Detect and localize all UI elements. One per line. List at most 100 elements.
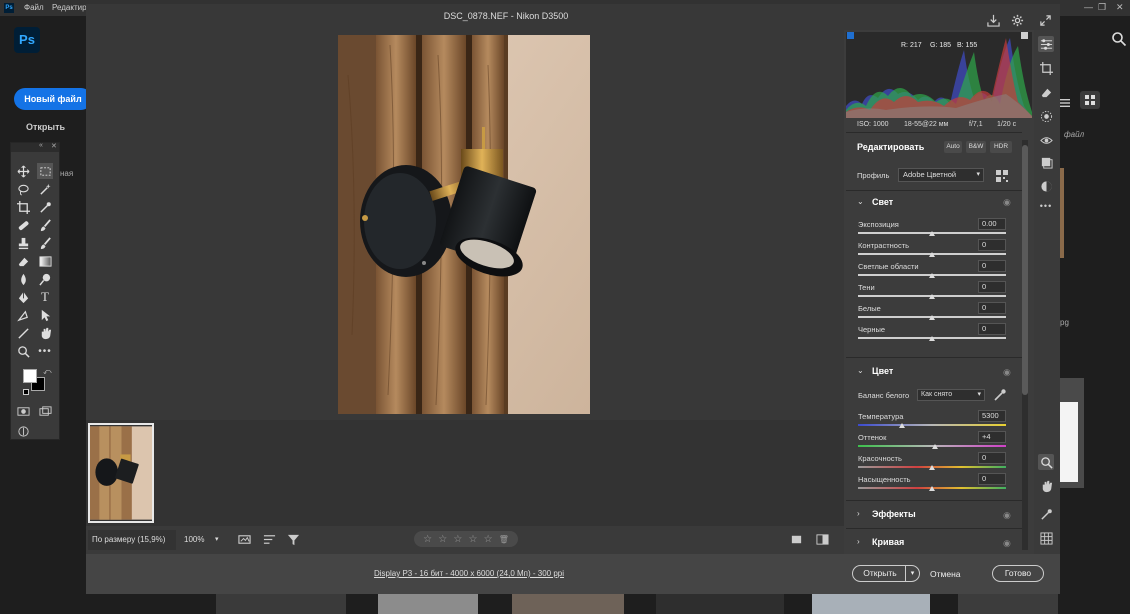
workflow-options-link[interactable]: Display P3 - 16 бит - 4000 x 6000 (24,0 … bbox=[374, 569, 564, 578]
photo-preview[interactable] bbox=[338, 35, 590, 414]
recent-file-thumbnail[interactable] bbox=[812, 594, 930, 614]
white-balance-select[interactable]: Как снято ▾ bbox=[917, 389, 985, 401]
chevron-right-icon[interactable]: › bbox=[857, 537, 860, 546]
star-icon[interactable]: ☆ bbox=[484, 534, 493, 545]
slider-handle[interactable] bbox=[929, 231, 935, 236]
more-options-icon[interactable]: ••• bbox=[1038, 198, 1054, 214]
open-button[interactable]: Открыть ▾ bbox=[852, 565, 920, 582]
search-icon[interactable] bbox=[1111, 31, 1127, 47]
chevron-right-icon[interactable]: › bbox=[857, 509, 860, 518]
tools-panel-header[interactable]: « ✕ bbox=[11, 142, 59, 152]
slider-value-field[interactable]: +4 bbox=[978, 431, 1006, 443]
healing-brush-tool-icon[interactable] bbox=[15, 217, 31, 233]
slider-handle[interactable] bbox=[929, 294, 935, 299]
star-icon[interactable]: ☆ bbox=[423, 534, 432, 545]
filmstrip-toggle-icon[interactable] bbox=[237, 532, 251, 546]
maximize-icon[interactable]: ❐ bbox=[1098, 2, 1106, 13]
magic-wand-tool-icon[interactable] bbox=[37, 181, 53, 197]
history-brush-tool-icon[interactable] bbox=[37, 235, 53, 251]
slider-handle[interactable] bbox=[899, 423, 906, 428]
slider-handle[interactable] bbox=[929, 252, 935, 257]
recent-file-thumbnail[interactable] bbox=[378, 594, 478, 614]
auto-button[interactable]: Auto bbox=[944, 141, 962, 153]
eye-icon[interactable]: ◉ bbox=[1003, 510, 1011, 521]
hand-tool-icon[interactable] bbox=[37, 325, 53, 341]
snapshots-icon[interactable] bbox=[1038, 178, 1054, 194]
lasso-tool-icon[interactable] bbox=[15, 181, 31, 197]
fullscreen-icon[interactable] bbox=[1038, 13, 1052, 27]
menu-edit[interactable]: Редактир bbox=[52, 3, 87, 12]
type-tool-icon[interactable]: T bbox=[37, 289, 53, 305]
crop-rotate-icon[interactable] bbox=[1038, 60, 1054, 76]
slider-handle[interactable] bbox=[929, 486, 935, 491]
chevron-down-icon[interactable]: ▾ bbox=[905, 566, 919, 581]
path-selection-tool-icon[interactable] bbox=[15, 307, 31, 323]
star-rating[interactable]: ☆ ☆ ☆ ☆ ☆ 🗑 bbox=[414, 531, 518, 547]
done-button[interactable]: Готово bbox=[992, 565, 1044, 582]
menu-file[interactable]: Файл bbox=[24, 3, 44, 12]
foreground-color-swatch[interactable] bbox=[23, 369, 37, 383]
eye-icon[interactable]: ◉ bbox=[1003, 197, 1011, 208]
swap-colors-icon[interactable]: ⤺ bbox=[43, 367, 53, 377]
zoom-icon[interactable] bbox=[1038, 454, 1054, 470]
grid-view-icon[interactable] bbox=[1080, 91, 1100, 109]
grid-overlay-icon[interactable] bbox=[1038, 530, 1054, 546]
slider-value-field[interactable]: 0 bbox=[978, 281, 1006, 293]
slider-value-field[interactable]: 0 bbox=[978, 323, 1006, 335]
marquee-tool-icon[interactable] bbox=[37, 163, 53, 179]
slider-value-field[interactable]: 0 bbox=[978, 302, 1006, 314]
chevron-down-icon[interactable]: ⌄ bbox=[857, 197, 864, 206]
settings-gear-icon[interactable] bbox=[1010, 13, 1024, 27]
red-eye-icon[interactable] bbox=[1038, 132, 1054, 148]
section-light-title[interactable]: Свет bbox=[872, 197, 893, 207]
color-sampler-icon[interactable] bbox=[1038, 506, 1054, 522]
pen-tool-icon[interactable] bbox=[15, 289, 31, 305]
trash-icon[interactable]: 🗑 bbox=[499, 535, 509, 544]
profile-browser-icon[interactable] bbox=[996, 169, 1008, 182]
minimize-icon[interactable]: — bbox=[1084, 2, 1093, 12]
hand-icon[interactable] bbox=[1038, 478, 1054, 494]
edit-sliders-icon[interactable] bbox=[1038, 36, 1054, 52]
zoom-tool-icon[interactable] bbox=[15, 343, 31, 359]
scrollbar-thumb[interactable] bbox=[1022, 145, 1028, 395]
slider-value-field[interactable]: 0 bbox=[978, 452, 1006, 464]
slider-handle[interactable] bbox=[929, 273, 935, 278]
sort-icon[interactable] bbox=[262, 532, 276, 546]
cancel-button[interactable]: Отмена bbox=[930, 569, 961, 579]
clone-stamp-tool-icon[interactable] bbox=[15, 235, 31, 251]
screen-mode-icon[interactable] bbox=[37, 403, 53, 419]
bw-button[interactable]: B&W bbox=[966, 141, 986, 153]
edit-toolbar-icon[interactable] bbox=[15, 423, 31, 439]
list-view-icon[interactable] bbox=[1060, 95, 1070, 107]
open-button[interactable]: Открыть bbox=[26, 122, 65, 132]
slider-value-field[interactable]: 0 bbox=[978, 260, 1006, 272]
profile-select[interactable]: Adobe Цветной ▾ bbox=[898, 168, 984, 182]
gradient-tool-icon[interactable] bbox=[37, 253, 53, 269]
eraser-tool-icon[interactable] bbox=[15, 253, 31, 269]
star-icon[interactable]: ☆ bbox=[438, 534, 447, 545]
masking-icon[interactable] bbox=[1038, 108, 1054, 124]
before-after-view-icon[interactable] bbox=[815, 532, 829, 546]
slider-handle[interactable] bbox=[929, 465, 935, 470]
slider-value-field[interactable]: 0 bbox=[978, 473, 1006, 485]
new-file-button[interactable]: Новый файл bbox=[14, 88, 92, 110]
recent-file-thumbnail[interactable] bbox=[656, 594, 784, 614]
recent-file-thumbnail[interactable] bbox=[216, 594, 346, 614]
hdr-button[interactable]: HDR bbox=[990, 141, 1012, 153]
recent-file-thumbnail[interactable] bbox=[1060, 168, 1064, 258]
save-image-icon[interactable] bbox=[986, 13, 1000, 27]
single-view-icon[interactable] bbox=[789, 532, 803, 546]
highlight-clipping-warning-icon[interactable] bbox=[1021, 32, 1028, 39]
direct-selection-tool-icon[interactable] bbox=[37, 307, 53, 323]
slider-value-field[interactable]: 0.00 bbox=[978, 218, 1006, 230]
presets-icon[interactable] bbox=[1038, 154, 1054, 170]
section-curve-title[interactable]: Кривая bbox=[872, 537, 904, 547]
filter-icon[interactable] bbox=[286, 532, 300, 546]
zoom-percent-select[interactable]: 100% bbox=[184, 535, 204, 544]
quick-mask-icon[interactable] bbox=[15, 403, 31, 419]
star-icon[interactable]: ☆ bbox=[453, 534, 462, 545]
chevron-down-icon[interactable]: ▾ bbox=[215, 535, 219, 543]
shadow-clipping-warning-icon[interactable] bbox=[847, 32, 854, 39]
recent-file-thumbnail[interactable] bbox=[512, 594, 624, 614]
chevron-down-icon[interactable]: ⌄ bbox=[857, 366, 864, 375]
